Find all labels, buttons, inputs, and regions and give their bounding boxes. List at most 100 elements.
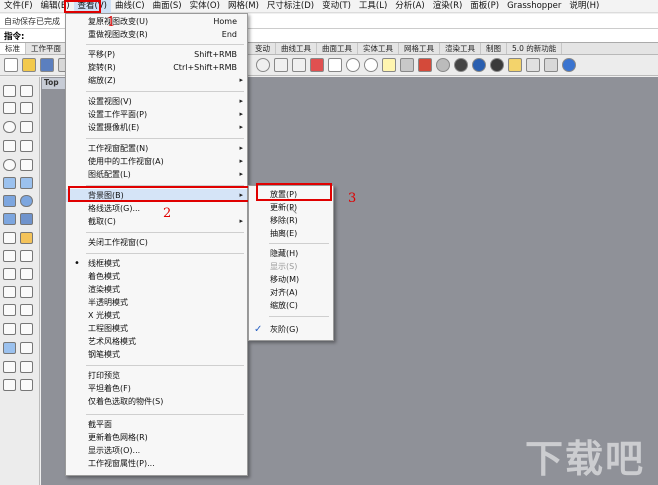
box-icon[interactable]: [3, 195, 16, 207]
polygon-icon[interactable]: [20, 140, 33, 152]
submenu-item-scale[interactable]: 缩放(C): [249, 299, 333, 312]
move-tool-icon[interactable]: [3, 286, 16, 298]
menu-item-viewport-layout[interactable]: 工作视窗配置(N) ▸: [66, 142, 247, 155]
menu-render[interactable]: 渲染(R): [429, 0, 467, 13]
menu-item-pen[interactable]: 钢笔模式: [66, 348, 247, 361]
menu-item-active-viewport[interactable]: 使用中的工作视窗(A) ▸: [66, 155, 247, 168]
menu-dimension[interactable]: 尺寸标注(D): [263, 0, 318, 13]
menu-item-display-options[interactable]: 显示选项(O)...: [66, 444, 247, 457]
sphere-icon[interactable]: [20, 195, 33, 207]
tab-render-tools[interactable]: 渲染工具: [440, 43, 481, 54]
split-icon[interactable]: [20, 250, 33, 262]
text-icon[interactable]: [20, 304, 33, 316]
menu-item-xray[interactable]: X 光模式: [66, 309, 247, 322]
menu-mesh[interactable]: 网格(M): [224, 0, 263, 13]
submenu-item-move[interactable]: 移动(M): [249, 273, 333, 286]
menu-surface[interactable]: 曲面(S): [149, 0, 186, 13]
tab-cplanes[interactable]: 工作平面: [26, 43, 67, 54]
tab-solid-tools[interactable]: 实体工具: [358, 43, 399, 54]
menu-item-set-cplane[interactable]: 设置工作平面(P) ▸: [66, 108, 247, 121]
ellipse-icon[interactable]: [3, 159, 16, 171]
submenu-item-align[interactable]: 对齐(A): [249, 286, 333, 299]
material-icon[interactable]: [418, 58, 432, 72]
explode-icon[interactable]: [20, 232, 33, 244]
menu-item-shaded[interactable]: 着色模式: [66, 270, 247, 283]
menu-item-set-camera[interactable]: 设置摄像机(E) ▸: [66, 121, 247, 134]
tab-curve-tools[interactable]: 曲线工具: [276, 43, 317, 54]
move-icon[interactable]: [328, 58, 342, 72]
trim-icon[interactable]: [3, 250, 16, 262]
tab-transform[interactable]: 变动: [250, 43, 276, 54]
menu-item-viewport-properties[interactable]: 工作视窗属性(P)...: [66, 457, 247, 470]
select-icon[interactable]: [3, 85, 16, 97]
lamp-icon[interactable]: [508, 58, 522, 72]
menu-item-zoom[interactable]: 缩放(Z) ▸: [66, 74, 247, 87]
zoom-window-icon[interactable]: [256, 58, 270, 72]
menu-tools[interactable]: 工具(L): [355, 0, 391, 13]
menu-item-artistic[interactable]: 艺术风格模式: [66, 335, 247, 348]
menu-help[interactable]: 说明(H): [565, 0, 603, 13]
menu-item-rotate[interactable]: 旋转(R) Ctrl+Shift+RMB: [66, 61, 247, 74]
help-icon[interactable]: [562, 58, 576, 72]
dimension-icon[interactable]: [3, 304, 16, 316]
copy-icon[interactable]: [20, 286, 33, 298]
menu-item-clipping-plane[interactable]: 截平面: [66, 418, 247, 431]
solid-edit-icon[interactable]: [3, 213, 16, 225]
rotate-view-icon[interactable]: [274, 58, 288, 72]
fillet-icon[interactable]: [20, 159, 33, 171]
lock-icon[interactable]: [400, 58, 414, 72]
menu-item-technical[interactable]: 工程图模式: [66, 322, 247, 335]
menu-transform[interactable]: 变动(T): [318, 0, 355, 13]
curve-icon[interactable]: [20, 102, 33, 114]
menu-item-set-view[interactable]: 设置视图(V) ▸: [66, 95, 247, 108]
menu-grasshopper[interactable]: Grasshopper: [503, 0, 565, 13]
submenu-item-hide[interactable]: 隐藏(H): [249, 247, 333, 260]
menu-item-pan[interactable]: 平移(P) Shift+RMB: [66, 48, 247, 61]
tab-standard[interactable]: 标准: [0, 43, 26, 54]
tab-drafting[interactable]: 制图: [481, 43, 507, 54]
grid-icon[interactable]: [3, 361, 16, 373]
open-file-icon[interactable]: [22, 58, 36, 72]
options-icon[interactable]: [526, 58, 540, 72]
submenu-item-extract[interactable]: 抽离(E): [249, 227, 333, 240]
menu-item-undo-view-change[interactable]: 复原视图改变(U) Home: [66, 15, 247, 28]
rendered-sphere-icon[interactable]: [472, 58, 486, 72]
zoom-icon[interactable]: [364, 58, 378, 72]
layer-icon[interactable]: [3, 342, 16, 354]
snap-icon[interactable]: [544, 58, 558, 72]
boolean-icon[interactable]: [20, 213, 33, 225]
array-icon[interactable]: [3, 323, 16, 335]
camera-icon[interactable]: [346, 58, 360, 72]
render-tool-icon[interactable]: [20, 379, 33, 391]
extrude-icon[interactable]: [20, 177, 33, 189]
menu-item-rendered[interactable]: 渲染模式: [66, 283, 247, 296]
menu-file[interactable]: 文件(F): [0, 0, 37, 13]
render-icon[interactable]: [490, 58, 504, 72]
circle-icon[interactable]: [3, 121, 16, 133]
block-icon[interactable]: [3, 379, 16, 391]
menu-item-flat-shade[interactable]: 平坦着色(F): [66, 382, 247, 395]
group-icon[interactable]: [20, 268, 33, 280]
shaded-sphere-icon[interactable]: [454, 58, 468, 72]
mirror-icon[interactable]: [20, 323, 33, 335]
menu-solid[interactable]: 实体(O): [186, 0, 224, 13]
menu-item-shade-selected[interactable]: 仅着色选取的物件(S): [66, 395, 247, 408]
menu-item-grid-options[interactable]: 格线选项(G)...: [66, 202, 247, 215]
mesh-icon[interactable]: [3, 232, 16, 244]
menu-item-print-preview[interactable]: 打印预览: [66, 369, 247, 382]
menu-item-layout[interactable]: 图纸配置(L) ▸: [66, 168, 247, 181]
arc-icon[interactable]: [20, 121, 33, 133]
tab-new-in-v5[interactable]: 5.0 的新功能: [507, 43, 563, 54]
save-icon[interactable]: [40, 58, 54, 72]
new-file-icon[interactable]: [4, 58, 18, 72]
zoom-extents-icon[interactable]: [292, 58, 306, 72]
menu-item-refresh-shade[interactable]: 更新着色网格(R): [66, 431, 247, 444]
rectangle-icon[interactable]: [3, 140, 16, 152]
tab-mesh-tools[interactable]: 网格工具: [399, 43, 440, 54]
menu-item-redo-view-change[interactable]: 重做视图改变(R) End: [66, 28, 247, 41]
point-icon[interactable]: [20, 85, 33, 97]
light-icon[interactable]: [382, 58, 396, 72]
menu-analyze[interactable]: 分析(A): [391, 0, 428, 13]
properties-icon[interactable]: [20, 342, 33, 354]
menu-panels[interactable]: 面板(P): [466, 0, 503, 13]
